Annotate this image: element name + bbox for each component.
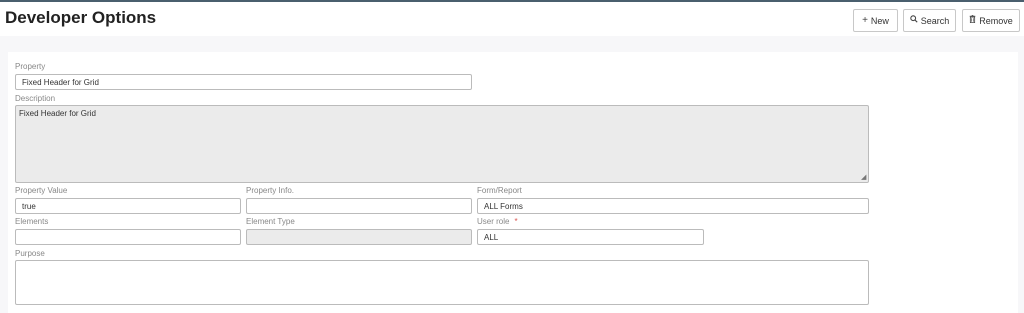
purpose-textarea[interactable] [15,260,869,305]
user-role-label: User role * [477,217,518,226]
property-info-field[interactable] [246,198,472,214]
form-report-label: Form/Report [477,186,522,195]
property-info-label: Property Info. [246,186,295,195]
left-gutter [0,52,8,313]
element-type-label: Element Type [246,217,295,226]
description-text: Fixed Header for Grid [19,109,96,118]
property-value-field[interactable]: true [15,198,241,214]
required-marker: * [514,217,518,226]
search-button-label: Search [920,15,950,26]
header-separator-band [0,36,1024,52]
plus-icon: + [862,14,868,26]
search-icon [910,15,918,26]
form-report-field[interactable]: ALL Forms [477,198,869,214]
property-label: Property [15,62,46,71]
user-role-label-text: User role [477,217,510,226]
new-button[interactable]: + New [853,9,898,32]
remove-button-label: Remove [979,15,1013,26]
element-type-field[interactable] [246,229,472,245]
right-gutter [1018,52,1024,313]
remove-button[interactable]: Remove [962,9,1020,32]
search-button[interactable]: Search [903,9,956,32]
elements-field[interactable] [15,229,241,245]
page-title: Developer Options [5,8,157,27]
user-role-field[interactable]: ALL [477,229,704,245]
description-label: Description [15,94,56,103]
page-header: Developer Options + New Search Remove [0,2,1024,36]
elements-label: Elements [15,217,49,226]
trash-icon [969,15,976,26]
property-field[interactable]: Fixed Header for Grid [15,74,472,90]
property-value-label: Property Value [15,186,68,195]
resize-grip-icon[interactable]: ◢ [861,174,867,181]
new-button-label: New [870,15,889,26]
purpose-label: Purpose [15,249,45,258]
description-textarea[interactable]: Fixed Header for Grid ◢ [15,105,869,183]
